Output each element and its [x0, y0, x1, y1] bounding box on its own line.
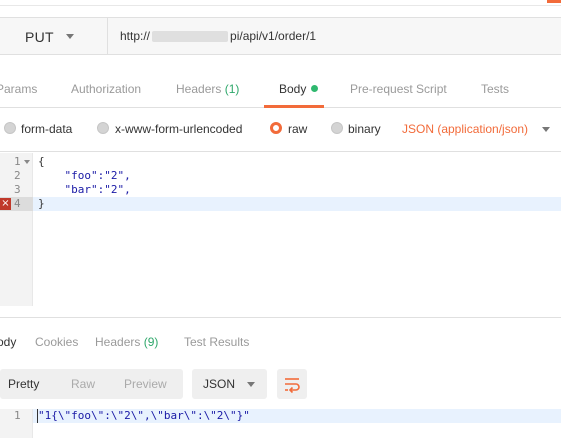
error-x-icon[interactable]: × — [0, 198, 11, 210]
tab-response-body[interactable]: ody — [0, 335, 16, 349]
body-type-options: form-data x-www-form-urlencoded raw bina… — [0, 108, 561, 152]
code-line: } — [38, 197, 45, 210]
method-label: PUT — [25, 29, 54, 45]
request-tabs: Params Authorization Headers (1) Body Pr… — [0, 66, 561, 108]
tab-authorization-label: Authorization — [71, 82, 142, 96]
chevron-down-icon — [66, 34, 74, 39]
raw-label: raw — [288, 122, 308, 136]
url-suffix: pi/api/v1/order/1 — [230, 29, 317, 43]
form-data-label: form-data — [21, 122, 73, 136]
tab-response-headers-count: (9) — [143, 335, 159, 349]
tab-pre-request-label: Pre-request Script — [350, 82, 447, 96]
chevron-down-icon — [247, 382, 255, 387]
radio-raw[interactable] — [270, 122, 282, 134]
preview-button[interactable]: Preview — [124, 377, 167, 391]
tab-response-body-label: ody — [0, 335, 17, 349]
tab-test-results-label: Test Results — [184, 335, 250, 349]
tab-tests-label: Tests — [481, 82, 510, 96]
tab-params-label: Params — [0, 82, 38, 96]
url-input[interactable]: http:// pi/api/v1/order/1 — [120, 29, 316, 43]
format-select[interactable]: JSON — [192, 369, 267, 399]
pretty-button[interactable]: Pretty — [8, 377, 39, 391]
tab-cookies-label: Cookies — [35, 335, 79, 349]
url-prefix: http:// — [120, 29, 151, 43]
fold-arrow-icon[interactable] — [24, 160, 30, 164]
gutter-line-1: 1 — [0, 155, 33, 169]
gutter-line-3: 3 — [0, 183, 33, 197]
tab-authorization[interactable]: Authorization — [71, 82, 141, 96]
wrap-lines-button[interactable] — [277, 369, 307, 399]
tab-test-results[interactable]: Test Results — [184, 335, 249, 349]
status-dot-icon — [311, 85, 319, 92]
wrap-icon — [285, 378, 300, 394]
code-line: "bar":"2", — [38, 183, 131, 196]
line-number: 1 — [14, 155, 21, 168]
response-body-viewer[interactable]: 1 "1{\"foo\":\"2\",\"bar\":\"2\"}" — [0, 409, 561, 438]
response-toolbar: Pretty Raw Preview JSON — [0, 369, 561, 399]
line-number: 3 — [14, 183, 21, 196]
url-bar: PUT http:// pi/api/v1/order/1 — [0, 17, 561, 55]
redacted-host — [152, 31, 229, 43]
tab-tests[interactable]: Tests — [481, 82, 509, 96]
response-line: "1{\"foo\":\"2\",\"bar\":\"2\"}" — [38, 409, 250, 422]
binary-label: binary — [348, 122, 381, 136]
request-body-editor[interactable]: 1 2 3 × 4 { "foo":"2", "bar":"2", } — [0, 153, 561, 306]
content-type-select[interactable]: JSON (application/json) — [402, 122, 528, 136]
top-accent — [547, 0, 561, 3]
code-line: "foo":"2", — [38, 169, 131, 182]
line-number: 2 — [14, 169, 21, 182]
response-tabs: ody Cookies Headers (9) Test Results — [0, 317, 561, 363]
tab-response-headers-label: Headers — [95, 335, 141, 349]
radio-binary[interactable] — [331, 122, 343, 134]
tab-cookies[interactable]: Cookies — [35, 335, 78, 349]
top-strip — [0, 0, 561, 6]
radio-urlencoded[interactable] — [97, 122, 109, 134]
tab-headers-label: Headers — [176, 82, 222, 96]
code-line: { — [38, 155, 45, 168]
radio-form-data[interactable] — [4, 122, 16, 134]
line-number: 1 — [14, 409, 21, 422]
method-select[interactable]: PUT — [0, 18, 108, 54]
gutter-line-2: 2 — [0, 169, 33, 183]
format-label: JSON — [203, 377, 236, 391]
view-mode-group: Pretty Raw Preview — [0, 369, 183, 399]
line-number: 4 — [14, 197, 21, 210]
chevron-down-icon[interactable] — [542, 127, 550, 132]
tab-pre-request-script[interactable]: Pre-request Script — [350, 82, 447, 96]
tab-headers[interactable]: Headers (1) — [176, 82, 239, 96]
tab-body-label: Body — [279, 82, 307, 96]
gutter-line-4: × 4 — [0, 197, 33, 211]
tab-body[interactable]: Body — [279, 82, 319, 96]
active-line-highlight — [33, 197, 561, 211]
tab-params[interactable]: Params — [0, 82, 37, 96]
urlencoded-label: x-www-form-urlencoded — [115, 122, 243, 136]
tab-headers-count: (1) — [224, 82, 240, 96]
response-gutter: 1 — [0, 409, 33, 438]
raw-button[interactable]: Raw — [71, 377, 95, 391]
tab-response-headers[interactable]: Headers (9) — [95, 335, 158, 349]
line-gutter: 1 2 3 × 4 — [0, 153, 33, 306]
